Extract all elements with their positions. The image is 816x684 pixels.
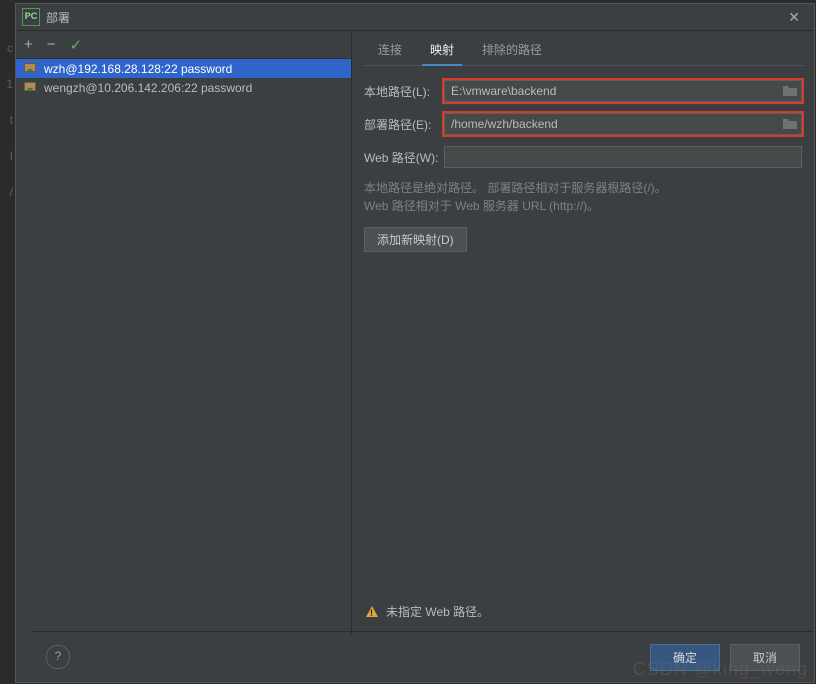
title-text: 部署 [46,9,70,26]
remove-server-button[interactable]: − [47,36,56,53]
apply-button[interactable]: ✓ [70,36,83,54]
close-icon[interactable]: ✕ [780,9,808,26]
cancel-button[interactable]: 取消 [730,644,800,671]
web-path-input[interactable] [444,146,802,168]
server-item[interactable]: wengzh@10.206.142.206:22 password [16,78,351,97]
server-icon [24,82,38,94]
mapping-form: 本地路径(L): 部署路径(E): Web 路径(W): [364,66,804,252]
server-list: wzh@192.168.28.128:22 password wengzh@10… [16,59,351,635]
hint-text: 本地路径是绝对路径。 部署路径相对于服务器根路径(/)。 Web 路径相对于 W… [364,179,802,215]
warning-bar: 未指定 Web 路径。 [366,603,489,620]
add-server-button[interactable]: + [24,36,33,53]
tab-excluded[interactable]: 排除的路径 [468,35,556,65]
right-panel: 连接 映射 排除的路径 本地路径(L): 部署路径(E): [352,31,814,635]
local-path-label: 本地路径(L): [364,83,444,100]
tabs: 连接 映射 排除的路径 [364,35,804,66]
tab-mapping[interactable]: 映射 [416,35,468,65]
left-panel: + − ✓ wzh@192.168.28.128:22 password wen… [16,31,352,635]
warning-text: 未指定 Web 路径。 [386,603,489,620]
browse-folder-icon[interactable] [782,116,798,130]
footer: ? 确定 取消 [32,631,814,682]
deploy-path-label: 部署路径(E): [364,116,444,133]
deployment-dialog: PC 部署 ✕ + − ✓ wzh@192.168.28.128:22 pass… [15,3,815,683]
deploy-path-input[interactable] [444,113,802,135]
server-toolbar: + − ✓ [16,31,351,59]
app-icon: PC [22,8,40,26]
web-path-label: Web 路径(W): [364,149,444,166]
server-icon [24,63,38,75]
warning-icon [366,606,378,617]
server-label: wengzh@10.206.142.206:22 password [44,81,252,95]
titlebar: PC 部署 ✕ [16,4,814,31]
editor-gutter: c1tI/ [0,30,15,210]
browse-folder-icon[interactable] [782,83,798,97]
server-item[interactable]: wzh@192.168.28.128:22 password [16,59,351,78]
server-label: wzh@192.168.28.128:22 password [44,62,232,76]
help-button[interactable]: ? [46,645,70,669]
local-path-input[interactable] [444,80,802,102]
add-mapping-button[interactable]: 添加新映射(D) [364,227,467,252]
ok-button[interactable]: 确定 [650,644,720,671]
tab-connection[interactable]: 连接 [364,35,416,65]
